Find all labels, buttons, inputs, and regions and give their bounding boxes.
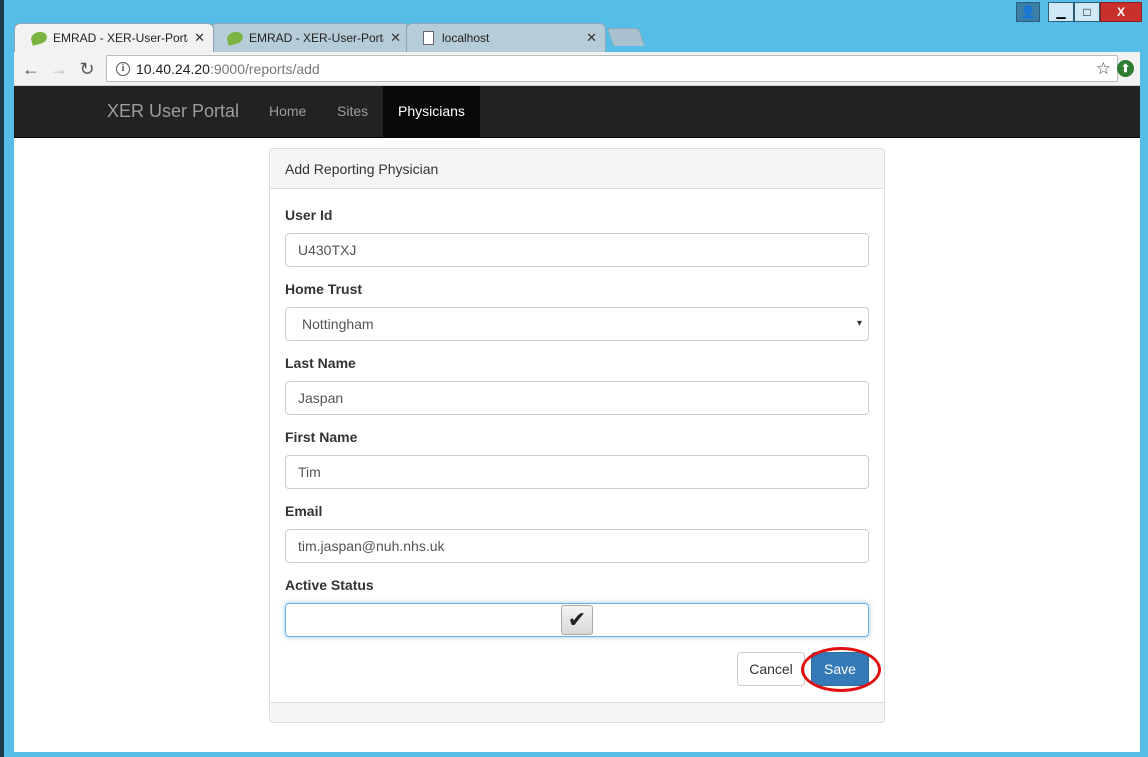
- url-path: :9000/reports/add: [209, 60, 320, 77]
- home-trust-select[interactable]: Nottingham ▾: [285, 307, 869, 341]
- browser-toolbar: ← → ↻ i 10.40.24.20 :9000/reports/add ☆ …: [14, 52, 1140, 86]
- tab-close-icon[interactable]: ✕: [586, 30, 597, 46]
- page-viewport: XER User Portal Home Sites Physicians Ad…: [14, 86, 1140, 752]
- tab-strip: EMRAD - XER-User-Portal ✕ EMRAD - XER-Us…: [14, 20, 714, 52]
- nav-link-physicians[interactable]: Physicians: [383, 86, 480, 137]
- email-input[interactable]: tim.jaspan@nuh.nhs.uk: [285, 529, 869, 563]
- tab-label: EMRAD - XER-User-Portal: [249, 31, 385, 45]
- user-id-group: User Id U430TXJ: [285, 207, 869, 267]
- document-icon: [423, 31, 434, 45]
- active-status-label: Active Status: [285, 577, 374, 593]
- browser-window-frame: 👤 ▁ □ X EMRAD - XER-User-Portal ✕ EMRAD …: [0, 0, 1148, 757]
- extension-update-icon[interactable]: ⬆: [1117, 60, 1134, 77]
- maximize-button[interactable]: □: [1074, 2, 1100, 22]
- address-bar[interactable]: i 10.40.24.20 :9000/reports/add ☆: [106, 55, 1118, 82]
- spring-leaf-icon: [29, 30, 49, 46]
- save-highlight-annotation: [801, 647, 881, 692]
- add-physician-panel: Add Reporting Physician User Id U430TXJ …: [269, 148, 885, 723]
- active-status-group: Active Status ✔: [285, 577, 869, 637]
- active-status-field[interactable]: ✔: [285, 603, 869, 637]
- window-border: [0, 0, 4, 757]
- email-group: Email tim.jaspan@nuh.nhs.uk: [285, 503, 869, 563]
- first-name-group: First Name Tim: [285, 429, 869, 489]
- home-trust-value: Nottingham: [302, 316, 374, 332]
- bookmark-star-icon[interactable]: ☆: [1096, 59, 1111, 79]
- home-trust-label: Home Trust: [285, 281, 363, 297]
- last-name-group: Last Name Jaspan: [285, 355, 869, 415]
- user-profile-icon[interactable]: 👤: [1016, 2, 1040, 22]
- tab-close-icon[interactable]: ✕: [390, 30, 401, 46]
- reload-icon[interactable]: ↻: [76, 58, 98, 80]
- spring-leaf-icon: [225, 30, 245, 46]
- user-id-label: User Id: [285, 207, 333, 223]
- back-arrow-icon[interactable]: ←: [20, 58, 42, 80]
- forward-arrow-icon[interactable]: →: [48, 58, 70, 80]
- first-name-label: First Name: [285, 429, 358, 445]
- last-name-input[interactable]: Jaspan: [285, 381, 869, 415]
- tab-label: localhost: [442, 31, 490, 45]
- user-id-input[interactable]: U430TXJ: [285, 233, 869, 267]
- nav-link-sites[interactable]: Sites: [322, 86, 383, 137]
- chevron-down-icon: ▾: [856, 318, 862, 329]
- home-trust-group: Home Trust Nottingham ▾: [285, 281, 869, 341]
- active-status-checkbox[interactable]: ✔: [561, 605, 593, 635]
- tab-emrad-2[interactable]: EMRAD - XER-User-Portal ✕: [210, 23, 410, 52]
- tab-localhost[interactable]: localhost ✕: [406, 23, 606, 52]
- last-name-label: Last Name: [285, 355, 356, 371]
- tab-label: EMRAD - XER-User-Portal: [53, 31, 189, 45]
- window-controls: 👤 ▁ □ X: [1016, 2, 1142, 22]
- cancel-button[interactable]: Cancel: [737, 652, 805, 686]
- minimize-button[interactable]: ▁: [1048, 2, 1074, 22]
- nav-link-home[interactable]: Home: [254, 86, 321, 137]
- tab-close-icon[interactable]: ✕: [194, 30, 205, 46]
- first-name-input[interactable]: Tim: [285, 455, 869, 489]
- navbar-brand[interactable]: XER User Portal: [107, 101, 239, 122]
- tab-emrad-1[interactable]: EMRAD - XER-User-Portal ✕: [14, 23, 214, 52]
- close-window-button[interactable]: X: [1100, 2, 1142, 22]
- panel-footer: [270, 702, 884, 722]
- email-label: Email: [285, 503, 323, 519]
- top-navbar: XER User Portal Home Sites Physicians: [14, 86, 1140, 138]
- panel-title: Add Reporting Physician: [270, 149, 884, 189]
- checkmark-icon: ✔: [567, 607, 587, 632]
- url-host: 10.40.24.20: [136, 60, 210, 77]
- info-icon[interactable]: i: [116, 61, 130, 76]
- new-tab-button[interactable]: [606, 28, 646, 46]
